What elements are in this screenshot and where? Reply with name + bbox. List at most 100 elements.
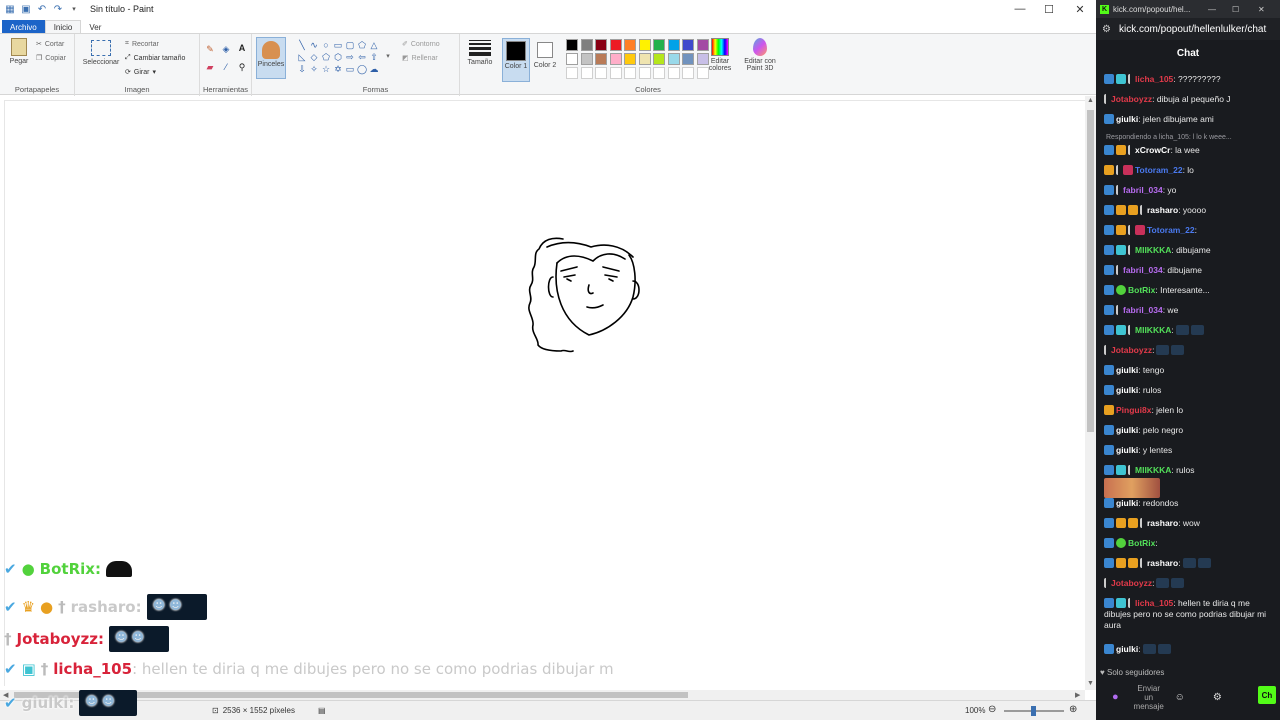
palette-swatch[interactable] — [653, 53, 665, 65]
settings-icon[interactable]: ⚙ — [1213, 692, 1222, 703]
scroll-up-icon[interactable]: ▲ — [1087, 97, 1094, 104]
paint3d-button[interactable]: Editar con Paint 3D — [740, 38, 780, 72]
zoom-slider-thumb[interactable] — [1031, 706, 1036, 716]
select-button[interactable]: Seleccionar — [81, 40, 121, 66]
scroll-down-icon[interactable]: ▼ — [1087, 680, 1094, 687]
cloud-shape-icon[interactable]: ☁ — [368, 64, 380, 75]
minimize-button[interactable]: — — [1004, 0, 1036, 18]
empty-swatch[interactable] — [638, 67, 651, 79]
color-picker-icon[interactable]: ⁄ — [220, 62, 232, 72]
palette-swatch[interactable] — [609, 53, 622, 65]
arrow-left-shape-icon[interactable]: ⇦ — [356, 52, 368, 63]
empty-swatch[interactable] — [624, 67, 636, 79]
browser-tab[interactable]: K kick.com/popout/hel... — ☐ ✕ — [1096, 0, 1280, 18]
chat-input[interactable]: Enviar un mensaje — [1133, 684, 1165, 711]
minimize-button[interactable]: — — [1208, 5, 1216, 14]
palette-swatch[interactable] — [566, 39, 578, 51]
crop-button[interactable]: ⌗ Recortar — [125, 40, 159, 48]
hexagon-shape-icon[interactable]: ⬡ — [332, 52, 344, 63]
palette-swatch[interactable] — [682, 53, 694, 65]
maximize-button[interactable]: ☐ — [1033, 0, 1065, 18]
close-button[interactable]: ✕ — [1064, 0, 1096, 18]
oval-shape-icon[interactable]: ○ — [320, 40, 332, 50]
right-triangle-shape-icon[interactable]: ◺ — [296, 52, 308, 63]
fill-button[interactable]: ◩ Rellenar — [402, 54, 438, 63]
palette-swatch[interactable] — [667, 53, 680, 65]
palette-swatch[interactable] — [580, 39, 593, 51]
vertical-scrollbar[interactable]: ▲ ▼ — [1085, 96, 1096, 690]
brushes-button[interactable]: Pinceles — [256, 37, 286, 79]
shapes-more-icon[interactable]: ▾ — [382, 52, 394, 60]
vertical-scroll-thumb[interactable] — [1087, 110, 1094, 432]
paste-button[interactable]: Pegar — [6, 38, 32, 65]
triangle-shape-icon[interactable]: △ — [368, 40, 380, 51]
send-button[interactable]: Ch — [1258, 686, 1276, 704]
palette-swatch[interactable] — [609, 39, 622, 51]
redo-icon[interactable]: ↷ — [52, 3, 64, 15]
pentagon-shape-icon[interactable]: ⬠ — [320, 52, 332, 63]
rectangle-shape-icon[interactable]: ▭ — [332, 40, 344, 51]
color1-button[interactable]: Color 1 — [502, 38, 530, 82]
save-icon[interactable]: ▣ — [20, 3, 32, 15]
text-tool-icon[interactable]: A — [236, 43, 248, 53]
palette-swatch[interactable] — [595, 39, 607, 51]
callout-oval-shape-icon[interactable]: ◯ — [356, 64, 368, 75]
polygon-shape-icon[interactable]: ⬠ — [356, 40, 368, 51]
tab-inicio[interactable]: Inicio — [44, 20, 82, 34]
star6-shape-icon[interactable]: ✡ — [332, 64, 344, 75]
pencil-icon[interactable]: ✎ — [204, 44, 216, 55]
resize-button[interactable]: ⤢ Cambiar tamaño — [125, 54, 185, 62]
undo-icon[interactable]: ↶ — [36, 3, 48, 15]
emote-picker-icon[interactable]: ☺ — [1175, 692, 1185, 703]
fill-bucket-icon[interactable]: ◈ — [220, 44, 232, 55]
palette-swatch[interactable] — [638, 53, 651, 65]
tab-ver[interactable]: Ver — [81, 20, 109, 34]
edit-colors-button[interactable]: Editar colores — [704, 38, 736, 72]
color2-button[interactable]: Color 2 — [532, 38, 558, 82]
empty-swatch[interactable] — [653, 67, 665, 79]
arrow-down-shape-icon[interactable]: ⇩ — [296, 64, 308, 75]
tab-archivo[interactable]: Archivo — [2, 20, 45, 34]
outline-button[interactable]: ✐ Contorno — [402, 40, 440, 49]
curve-shape-icon[interactable]: ∿ — [308, 40, 320, 51]
palette-swatch[interactable] — [667, 39, 680, 51]
palette-swatch[interactable] — [580, 53, 593, 65]
star4-shape-icon[interactable]: ✧ — [308, 64, 320, 75]
star5-shape-icon[interactable]: ☆ — [320, 64, 332, 75]
empty-swatch[interactable] — [609, 67, 622, 79]
empty-swatch[interactable] — [682, 67, 694, 79]
palette-swatch[interactable] — [624, 53, 636, 65]
palette-swatch[interactable] — [682, 39, 694, 51]
diamond-shape-icon[interactable]: ◇ — [308, 52, 320, 63]
arrow-up-shape-icon[interactable]: ⇧ — [368, 52, 380, 63]
microphone-icon[interactable]: ● — [1112, 691, 1119, 703]
palette-swatch[interactable] — [653, 39, 665, 51]
rotate-button[interactable]: ⟳ Girar ▾ — [125, 68, 156, 77]
empty-swatch[interactable] — [595, 67, 607, 79]
close-button[interactable]: ✕ — [1258, 5, 1265, 14]
zoom-out-icon[interactable]: ⊖ — [988, 704, 996, 715]
size-button[interactable]: Tamaño — [464, 40, 496, 66]
maximize-button[interactable]: ☐ — [1232, 5, 1239, 14]
eraser-icon[interactable]: ▰ — [204, 62, 216, 73]
address-bar[interactable]: ⚙ kick.com/popout/hellenlulker/chat — [1096, 18, 1280, 40]
rounded-rect-shape-icon[interactable]: ▢ — [344, 40, 356, 51]
overlay-username: BotRix — [39, 560, 95, 578]
cut-button[interactable]: ✂ Cortar — [36, 40, 64, 49]
palette-swatch[interactable] — [624, 39, 636, 51]
callout-rect-shape-icon[interactable]: ▭ — [344, 64, 356, 75]
site-settings-icon[interactable]: ⚙ — [1102, 24, 1111, 35]
line-shape-icon[interactable]: ╲ — [296, 40, 308, 51]
customize-quick-access-icon[interactable]: ▾ — [68, 3, 80, 15]
copy-button[interactable]: ❐ Copiar — [36, 54, 66, 63]
magnifier-icon[interactable]: ⚲ — [236, 62, 248, 73]
empty-swatch[interactable] — [566, 67, 578, 79]
arrow-right-shape-icon[interactable]: ⇨ — [344, 52, 356, 63]
empty-swatch[interactable] — [667, 67, 680, 79]
scroll-right-icon[interactable]: ▶ — [1075, 691, 1080, 699]
zoom-in-icon[interactable]: ⊕ — [1069, 704, 1077, 715]
palette-swatch[interactable] — [595, 53, 607, 65]
palette-swatch[interactable] — [566, 53, 578, 65]
palette-swatch[interactable] — [638, 39, 651, 51]
empty-swatch[interactable] — [580, 67, 593, 79]
